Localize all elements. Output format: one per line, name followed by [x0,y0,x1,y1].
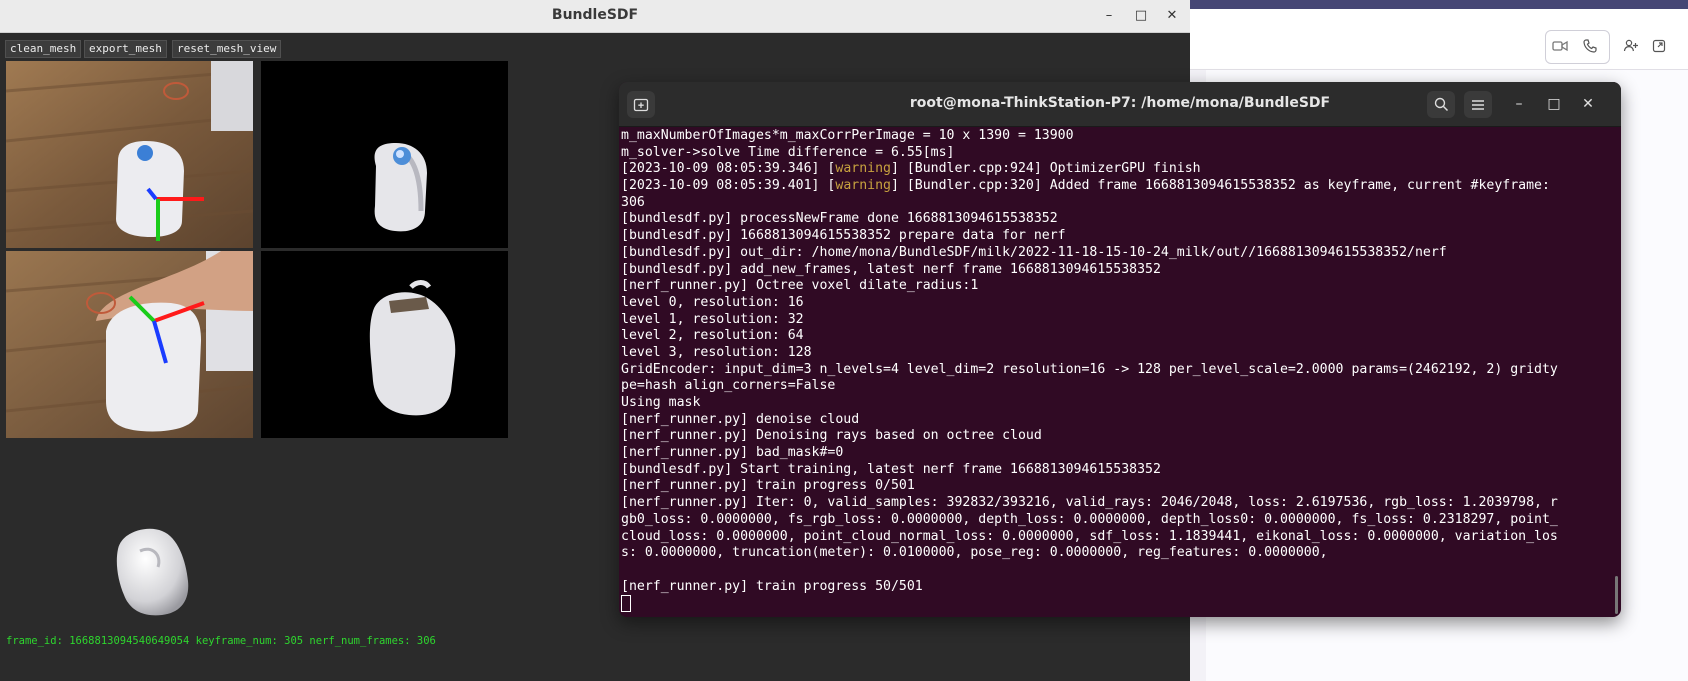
background-app-topbar [1190,0,1688,9]
terminal-line: [nerf_runner.py] train progress 50/501 [621,578,923,594]
minimize-icon[interactable]: – [1508,93,1530,115]
log-prefix: [2023-10-09 08:05:39.401] [ [621,178,836,194]
terminal-line: m_solver->solve Time difference = 6.55[m… [621,144,955,160]
terminal-line: m_maxNumberOfImages*m_maxCorrPerImage = … [621,128,1074,143]
terminal-line: [nerf_runner.py] Denoising rays based on… [621,428,1042,444]
terminal-line: [nerf_runner.py] denoise cloud [621,411,860,427]
terminal-window: root@mona-ThinkStation-P7: /home/mona/Bu… [619,82,1621,617]
terminal-line: GridEncoder: input_dim=3 n_levels=4 leve… [621,361,1558,377]
terminal-cursor [621,595,631,613]
export-mesh-button[interactable]: export_mesh [84,40,167,58]
terminal-line: Using mask [621,395,701,410]
terminal-line: cloud_loss: 0.0000000, point_cloud_norma… [621,528,1558,544]
terminal-line: [nerf_runner.py] bad_mask#=0 [621,445,844,461]
terminal-line: level 1, resolution: 32 [621,311,804,327]
terminal-line: [nerf_runner.py] Octree voxel dilate_rad… [621,278,979,294]
terminal-line: level 2, resolution: 64 [621,328,804,344]
terminal-line: [2023-10-09 08:05:39.346] [warning] [Bun… [621,161,1615,178]
menu-icon[interactable] [1464,91,1492,118]
status-text: frame_id: 1668813094540649054 keyframe_n… [6,635,436,647]
terminal-output[interactable]: m_maxNumberOfImages*m_maxCorrPerImage = … [621,128,1615,614]
render-view-top [261,61,508,248]
terminal-line: [bundlesdf.py] processNewFrame done 1668… [621,211,1058,227]
maximize-icon[interactable]: □ [1543,93,1565,115]
phone-icon[interactable] [1577,33,1603,59]
people-add-icon[interactable] [1618,33,1644,59]
warning-tag: warning [835,178,891,194]
log-message: ] [Bundler.cpp:320] Added frame 16688130… [890,178,1550,194]
reset-mesh-view-button[interactable]: reset_mesh_view [172,40,282,58]
terminal-line: level 3, resolution: 128 [621,344,812,360]
terminal-scrollbar[interactable] [1615,576,1618,614]
terminal-line: [bundlesdf.py] Start training, latest ne… [621,461,1161,477]
log-message: ] [Bundler.cpp:924] OptimizerGPU finish [890,161,1201,177]
viewer-title: BundleSDF [551,7,639,23]
maximize-icon[interactable]: □ [1131,6,1151,26]
terminal-line: 306 [621,194,645,210]
viewer-titlebar: BundleSDF – □ ✕ [0,0,1190,33]
log-prefix: [2023-10-09 08:05:39.346] [ [621,161,836,177]
terminal-line: level 0, resolution: 16 [621,294,804,310]
terminal-line: [bundlesdf.py] add_new_frames, latest ne… [621,261,1161,277]
terminal-line: [bundlesdf.py] out_dir: /home/mona/Bundl… [621,244,1447,260]
video-icon[interactable] [1547,33,1573,59]
terminal-line: s: 0.0000000, truncation(meter): 0.01000… [621,545,1328,561]
mesh-preview [100,521,205,626]
render-view-bottom [261,251,508,438]
warning-tag: warning [835,161,891,177]
terminal-prompt-line[interactable] [621,595,1615,613]
search-icon[interactable] [1427,91,1455,118]
terminal-line: [nerf_runner.py] train progress 0/501 [621,478,915,494]
terminal-line: [2023-10-09 08:05:39.401] [warning] [Bun… [621,178,1615,195]
clean-mesh-button[interactable]: clean_mesh [5,40,82,58]
terminal-line: [bundlesdf.py] 1668813094615538352 prepa… [621,228,1066,244]
background-app-header [1190,9,1688,70]
terminal-line: [nerf_runner.py] Iter: 0, valid_samples:… [621,495,1558,511]
rgb-view-top [6,61,253,248]
terminal-titlebar: root@mona-ThinkStation-P7: /home/mona/Bu… [619,82,1621,127]
terminal-line: gb0_loss: 0.0000000, fs_rgb_loss: 0.0000… [621,511,1558,527]
minimize-icon[interactable]: – [1099,6,1119,26]
terminal-line: pe=hash align_corners=False [621,378,836,394]
popout-icon[interactable] [1646,33,1672,59]
close-icon[interactable]: ✕ [1577,93,1599,115]
rgb-view-bottom [6,251,253,438]
close-icon[interactable]: ✕ [1162,6,1182,26]
